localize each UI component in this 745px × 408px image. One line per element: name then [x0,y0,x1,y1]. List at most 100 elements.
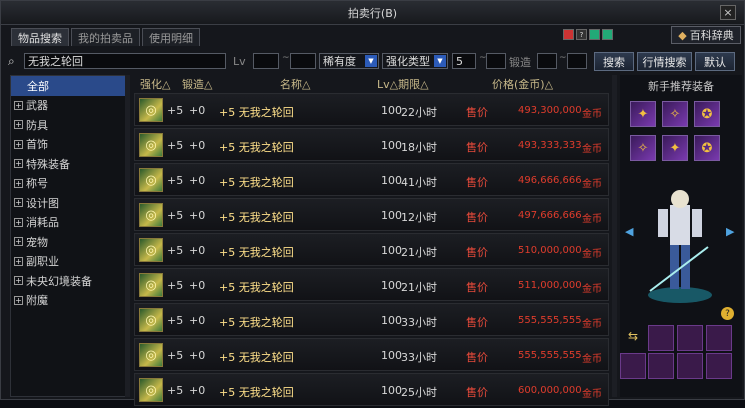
equip-slot[interactable] [648,325,674,351]
sidebar-item-label: 副职业 [26,255,59,269]
equip-slot[interactable] [706,325,732,351]
help-icon[interactable]: ? [721,307,734,320]
equip-slot[interactable] [706,353,732,379]
sidebar-scrollbar[interactable] [125,75,130,397]
range-separator: ~ [282,53,290,63]
sidebar-item-weapon[interactable]: + 武器 [11,96,129,116]
cell-price-unit: 金币 [582,389,602,400]
col-name[interactable]: 名称△ [280,76,310,92]
search-input[interactable]: 无我之轮回 [24,53,226,69]
table-row[interactable]: ◎ +5 +0 +5 无我之轮回 100 22小时 售价 493,300,000 金币 [134,93,609,126]
enhance-type-value: 强化类型 [386,55,430,68]
cell-lv: 100 [381,174,402,187]
recommend-item-2[interactable]: ✧ [662,101,688,127]
table-row[interactable]: ◎ +5 +0 +5 无我之轮回 100 25小时 售价 600,000,000 金币 [134,373,609,406]
results-scrollbar[interactable] [612,75,617,397]
info-icon[interactable] [589,29,600,40]
settings-icon[interactable] [602,29,613,40]
cell-period: 41小时 [401,176,437,189]
cell-price: 555,555,555 [518,350,582,361]
market-search-button[interactable]: 行情搜索 [637,52,692,71]
table-row[interactable]: ◎ +5 +0 +5 无我之轮回 100 41小时 售价 496,666,666 金币 [134,163,609,196]
chevron-left-icon[interactable]: ◀ [625,225,633,238]
recommend-item-5[interactable]: ✦ [662,135,688,161]
sidebar-item-label: 武器 [26,99,48,113]
ring-item-icon: ◎ [139,168,163,192]
table-row[interactable]: ◎ +5 +0 +5 无我之轮回 100 12小时 售价 497,666,666 金币 [134,198,609,231]
window-title: 拍卖行(B) [347,6,398,20]
recommend-item-1[interactable]: ✦ [630,101,656,127]
sidebar-item-blueprint[interactable]: + 设计图 [11,193,129,213]
cell-price: 555,555,555 [518,315,582,326]
tab-usage-details[interactable]: 使用明细 [142,28,200,46]
cell-price: 493,300,000 [518,105,582,116]
equip-slot[interactable] [677,353,703,379]
col-lv-period[interactable]: Lv△期限△ [377,76,429,92]
cell-lv: 100 [381,244,402,257]
enhance-min-field[interactable]: 5 [452,53,476,69]
chevron-right-icon[interactable]: ▶ [726,225,734,238]
equip-slot[interactable] [620,353,646,379]
sidebar-item-subjob[interactable]: + 副职业 [11,252,129,272]
recommend-item-3[interactable]: ✪ [694,101,720,127]
sidebar-item-label: 宠物 [26,235,48,249]
sidebar-item-weiyang[interactable]: + 未央幻境装备 [11,271,129,291]
swap-icon[interactable]: ⇆ [628,329,638,343]
sidebar-item-special[interactable]: + 特殊装备 [11,154,129,174]
cell-name: +5 无我之轮回 [219,246,294,259]
sidebar-item-pet[interactable]: + 宠物 [11,232,129,252]
equip-slot[interactable] [677,325,703,351]
chevron-down-icon: ▼ [434,55,446,67]
col-enhance[interactable]: 强化△ [140,76,170,92]
sidebar-item-label: 全部 [27,79,49,93]
search-button[interactable]: 搜索 [594,52,634,71]
tab-item-search[interactable]: 物品搜索 [11,28,69,46]
cell-period: 21小时 [401,246,437,259]
expand-icon: + [14,237,23,247]
recommend-item-6[interactable]: ✪ [694,135,720,161]
alert-icon[interactable] [563,29,574,40]
rarity-select[interactable]: 稀有度 ▼ [319,53,379,69]
cell-price: 497,666,666 [518,210,582,221]
sidebar-item-label: 称号 [26,177,48,191]
table-row[interactable]: ◎ +5 +0 +5 无我之轮回 100 21小时 售价 510,000,000 金币 [134,233,609,266]
enhance-type-select[interactable]: 强化类型 ▼ [382,53,448,69]
cell-name: +5 无我之轮回 [219,386,294,399]
sidebar-item-label: 特殊装备 [26,157,70,171]
sidebar-item-title[interactable]: + 称号 [11,174,129,194]
cell-forge: +0 [189,174,206,187]
col-forge[interactable]: 锻造△ [182,76,212,92]
encyclopedia-button[interactable]: ◆ 百科辞典 [671,26,741,44]
table-row[interactable]: ◎ +5 +0 +5 无我之轮回 100 33小时 售价 555,555,555 金币 [134,303,609,336]
equip-slot[interactable] [648,353,674,379]
cell-forge: +0 [189,384,206,397]
forge-max-field[interactable] [567,53,587,69]
title-bar: 拍卖行(B) × [1,1,744,25]
sidebar-item-accessory[interactable]: + 首饰 [11,135,129,155]
sidebar-item-armor[interactable]: + 防具 [11,115,129,135]
tab-my-auctions[interactable]: 我的拍卖品 [71,28,140,46]
default-button[interactable]: 默认 [695,52,735,71]
cell-price-unit: 金币 [582,179,602,190]
table-row[interactable]: ◎ +5 +0 +5 无我之轮回 100 18小时 售价 493,333,333 金币 [134,128,609,161]
expand-icon: + [14,100,23,110]
forge-min-field[interactable] [537,53,557,69]
col-price[interactable]: 价格(金币)△ [492,76,553,92]
recommend-item-4[interactable]: ✧ [630,135,656,161]
table-row[interactable]: ◎ +5 +0 +5 无我之轮回 100 33小时 售价 555,555,555 金币 [134,338,609,371]
cell-sale: 售价 [466,386,488,399]
table-row[interactable]: ◎ +5 +0 +5 无我之轮回 100 21小时 售价 511,000,000 金币 [134,268,609,301]
sidebar-item-consumable[interactable]: + 消耗品 [11,213,129,233]
cell-forge: +0 [189,244,206,257]
sidebar-item-all[interactable]: 全部 [11,76,129,96]
cell-sale: 售价 [466,141,488,154]
lv-min-field[interactable] [253,53,279,69]
close-button[interactable]: × [720,5,736,20]
sidebar-item-enchant[interactable]: + 附魔 [11,291,129,311]
expand-icon: + [14,276,23,286]
help-icon[interactable]: ? [576,29,587,40]
status-icons: ? [563,29,613,40]
enhance-max-field[interactable] [486,53,506,69]
lv-max-field[interactable] [290,53,316,69]
category-sidebar: 全部 + 武器 + 防具 + 首饰 + 特殊装备 + 称号 + 设计图 + 消耗品 + 宠物 +… [10,75,130,397]
